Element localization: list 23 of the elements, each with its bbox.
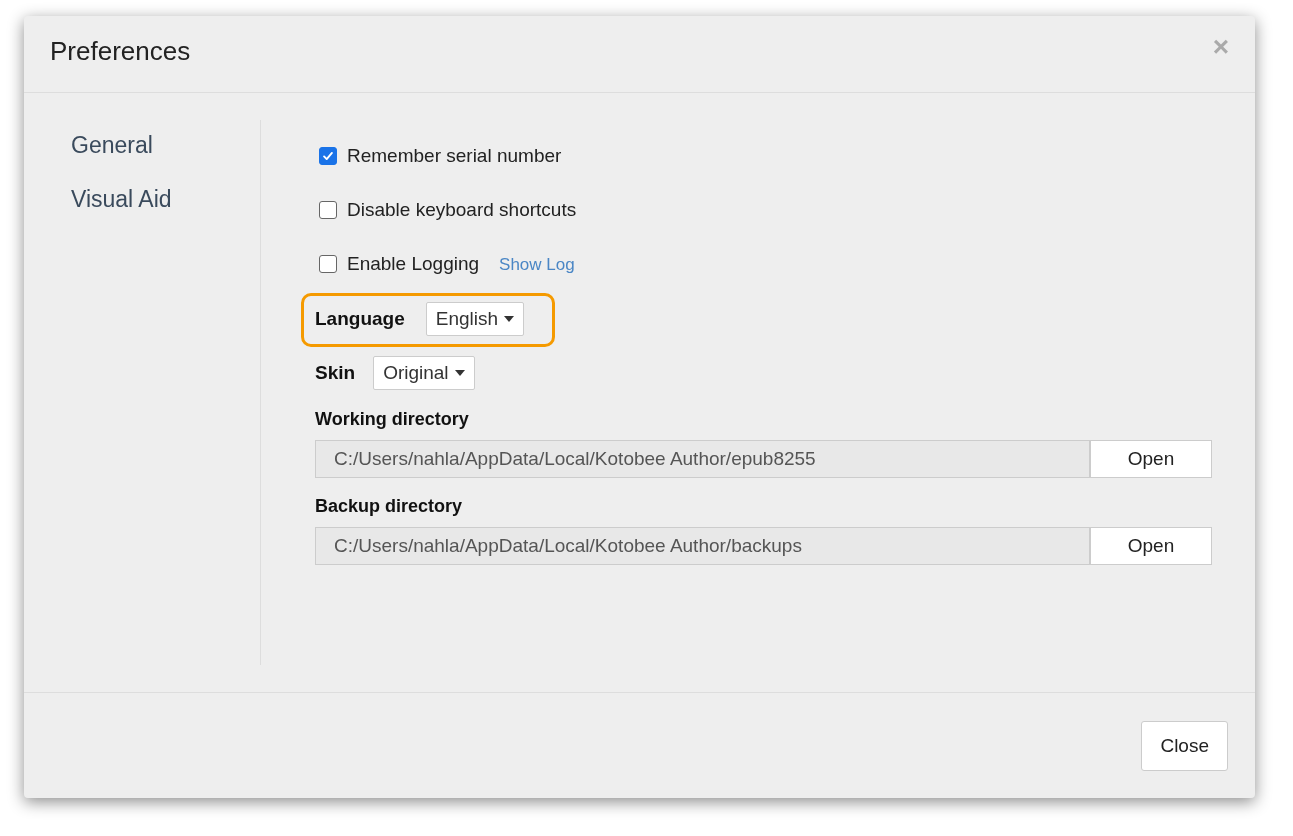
- checkbox[interactable]: [319, 147, 337, 165]
- checkbox-label: Enable Logging: [347, 253, 480, 275]
- field-label: Language: [315, 308, 405, 330]
- path-field[interactable]: C:/Users/nahla/AppData/Local/Kotobee Author/backups: [315, 527, 1090, 565]
- checkbox-label: Remember serial number: [347, 145, 562, 167]
- sidebar-item[interactable]: General: [71, 130, 260, 160]
- checkbox[interactable]: [319, 255, 337, 273]
- checkbox[interactable]: [319, 201, 337, 219]
- dropdown[interactable]: Original: [373, 356, 475, 390]
- checkbox-label: Disable keyboard shortcuts: [347, 199, 577, 221]
- field-label: Skin: [315, 362, 356, 384]
- sidebar-item[interactable]: Visual Aid: [71, 184, 260, 214]
- close-button[interactable]: Close: [1141, 720, 1228, 771]
- path-field[interactable]: C:/Users/nahla/AppData/Local/Kotobee Author/epub8255: [315, 440, 1090, 478]
- field-label: Working directory: [315, 409, 469, 430]
- dialog-title: Preferences: [50, 35, 191, 67]
- open-button[interactable]: Open: [1090, 440, 1212, 478]
- caret-icon: [504, 316, 515, 322]
- dropdown[interactable]: English: [425, 302, 525, 336]
- field-label: Backup directory: [315, 496, 463, 517]
- caret-icon: [454, 370, 465, 376]
- open-button[interactable]: Open: [1090, 527, 1212, 565]
- check-icon: [321, 149, 335, 163]
